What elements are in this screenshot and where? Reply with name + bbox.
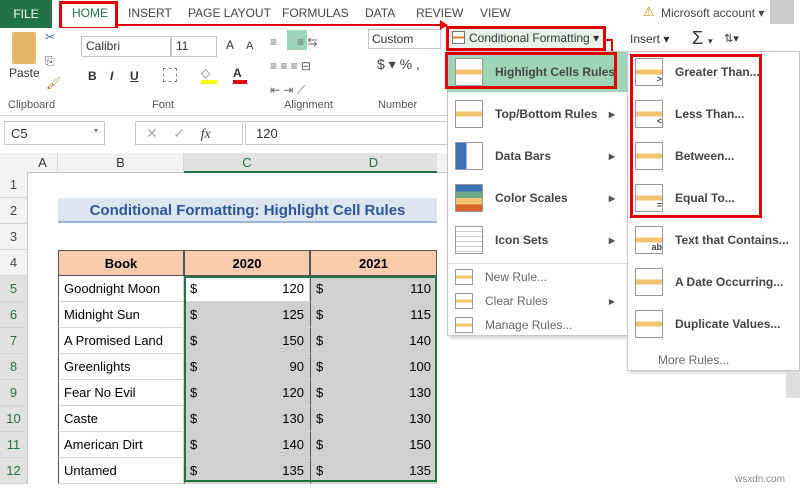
menu-label: New Rule... <box>485 270 548 284</box>
column-header-b[interactable]: B <box>58 153 184 173</box>
menu-item-more-rules[interactable]: More Rules... <box>628 348 799 372</box>
formula-buttons: ✕ ✓ fx <box>135 121 243 145</box>
submenu-item[interactable]: Duplicate Values... <box>628 304 799 344</box>
table-cell-book[interactable]: Goodnight Moon <box>58 276 184 302</box>
row-header[interactable]: 8 <box>0 354 28 380</box>
cancel-icon[interactable]: ✕ <box>146 125 158 141</box>
submenu-arrow-icon: ▶ <box>608 193 615 203</box>
header-book[interactable]: Book <box>58 250 184 276</box>
highlight-cells-highlight <box>445 52 617 89</box>
table-cell-book[interactable]: American Dirt <box>58 432 184 458</box>
book-title: Midnight Sun <box>64 307 140 322</box>
table-cell-book[interactable]: Fear No Evil <box>58 380 184 406</box>
watermark: wsxdn.com <box>735 474 786 485</box>
submenu-arrow-icon: ▶ <box>608 151 615 161</box>
name-box[interactable]: C5 ▾ <box>4 121 105 145</box>
menu-label: Manage Rules... <box>485 318 573 332</box>
menu-label: Duplicate Values... <box>675 317 781 331</box>
menu-label: More Rules... <box>658 353 730 367</box>
table-cell-book[interactable]: Greenlights <box>58 354 184 380</box>
table-cell-book[interactable]: A Promised Land <box>58 328 184 354</box>
submenu-item[interactable]: A Date Occurring... <box>628 262 799 302</box>
book-title: Goodnight Moon <box>64 281 161 296</box>
menu-label: Data Bars <box>495 149 552 163</box>
icon-sets-icon <box>455 226 483 254</box>
menu-divider <box>448 263 627 264</box>
rule-icon: ab <box>635 226 663 254</box>
submenu-arrow-icon: ▶ <box>608 235 615 245</box>
row-header[interactable]: 2 <box>0 198 28 224</box>
name-box-value: C5 <box>11 126 28 141</box>
row-header[interactable]: 1 <box>0 172 28 198</box>
menu-item-data-bars[interactable]: Data Bars ▶ <box>448 136 627 176</box>
book-title: Caste <box>64 411 98 426</box>
new-rule-icon <box>455 269 473 285</box>
menu-item-clear-rules[interactable]: Clear Rules ▶ <box>448 289 627 313</box>
row-header[interactable]: 12 <box>0 458 28 484</box>
enter-icon[interactable]: ✓ <box>173 125 185 141</box>
row-header[interactable]: 9 <box>0 380 28 406</box>
submenu-arrow-icon: ▶ <box>608 109 615 119</box>
menu-item-top-bottom-rules[interactable]: Top/Bottom Rules ▶ <box>448 94 627 134</box>
row-header[interactable]: 7 <box>0 328 28 354</box>
menu-label: Color Scales <box>495 191 568 205</box>
scrollbar[interactable] <box>786 372 800 398</box>
menu-label: Clear Rules <box>485 294 548 308</box>
book-title: American Dirt <box>64 437 143 452</box>
row-header[interactable]: 6 <box>0 302 28 328</box>
submenu-item[interactable]: ab Text that Contains... <box>628 220 799 260</box>
data-bars-icon <box>455 142 483 170</box>
book-title: Fear No Evil <box>64 385 136 400</box>
submenu-highlight <box>630 54 762 218</box>
rule-icon <box>635 268 663 296</box>
menu-label: Icon Sets <box>495 233 549 247</box>
header-2021[interactable]: 2021 <box>310 250 437 276</box>
menu-item-new-rule[interactable]: New Rule... <box>448 265 627 289</box>
menu-label: Top/Bottom Rules <box>495 107 598 121</box>
row-header[interactable]: 3 <box>0 224 28 250</box>
row-header[interactable]: 5 <box>0 276 28 302</box>
manage-rules-icon <box>455 317 473 333</box>
row-header[interactable]: 11 <box>0 432 28 458</box>
conditional-formatting-menu: Highlight Cells Rules Top/Bottom Rules ▶ … <box>447 51 628 336</box>
row-header[interactable]: 10 <box>0 406 28 432</box>
header-2020[interactable]: 2020 <box>184 250 310 276</box>
table-cell-book[interactable]: Untamed <box>58 458 184 484</box>
table-cell-book[interactable]: Caste <box>58 406 184 432</box>
column-header-a[interactable]: A <box>28 153 58 173</box>
table-cell-book[interactable]: Midnight Sun <box>58 302 184 328</box>
formula-value: 120 <box>256 126 278 141</box>
menu-item-color-scales[interactable]: Color Scales ▶ <box>448 178 627 218</box>
menu-item-icon-sets[interactable]: Icon Sets ▶ <box>448 220 627 260</box>
color-scales-icon <box>455 184 483 212</box>
menu-label: Text that Contains... <box>675 233 789 247</box>
top-bottom-icon <box>455 100 483 128</box>
book-title: Greenlights <box>64 359 131 374</box>
book-title: A Promised Land <box>64 333 164 348</box>
column-header-d[interactable]: D <box>310 153 437 173</box>
row-header[interactable]: 4 <box>0 250 28 276</box>
book-title: Untamed <box>64 463 117 478</box>
clear-rules-icon <box>455 293 473 309</box>
rule-icon <box>635 310 663 338</box>
menu-item-manage-rules[interactable]: Manage Rules... <box>448 313 627 337</box>
menu-label: A Date Occurring... <box>675 275 784 289</box>
column-header-c[interactable]: C <box>184 153 310 173</box>
sheet-title: Conditional Formatting: Highlight Cell R… <box>58 198 437 223</box>
selection-border <box>184 276 437 482</box>
fx-button[interactable]: fx <box>201 127 211 142</box>
submenu-arrow-icon: ▶ <box>608 296 615 306</box>
